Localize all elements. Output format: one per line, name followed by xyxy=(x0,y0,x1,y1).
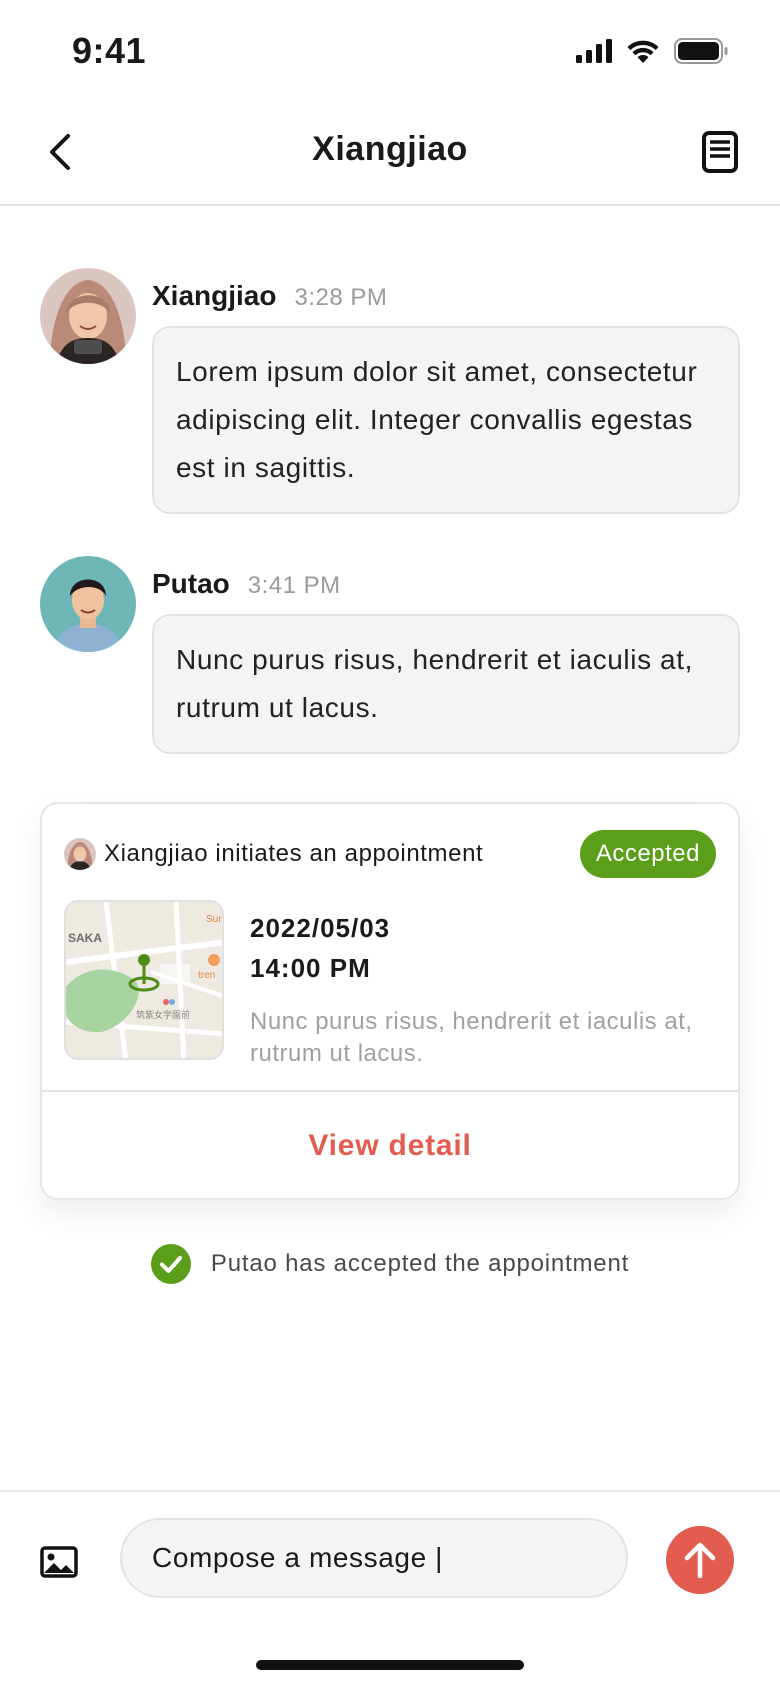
status-time: 9:41 xyxy=(72,30,147,71)
appointment-description: Nunc purus risus, hendrerit et iaculis a… xyxy=(250,1008,693,1067)
status-badge: Accepted xyxy=(579,830,716,878)
send-button[interactable] xyxy=(666,1526,734,1594)
map-poi-label: tren xyxy=(198,970,215,981)
sender-name: Xiangjiao xyxy=(152,280,277,311)
composer-bar xyxy=(0,1490,780,1630)
message: Putao 3:41 PM Nunc purus risus, hendreri… xyxy=(40,556,740,754)
sender-name: Putao xyxy=(152,568,230,599)
message-input[interactable] xyxy=(120,1518,628,1598)
notebook-icon xyxy=(702,131,738,173)
map-corner-label: Sur xyxy=(206,914,222,925)
wifi-icon xyxy=(627,40,659,63)
message-bubble: Nunc purus risus, hendrerit et iaculis a… xyxy=(152,614,740,754)
arrow-up-icon xyxy=(684,1542,716,1579)
image-icon xyxy=(40,1546,78,1578)
system-note-text: Putao has accepted the appointment xyxy=(210,1250,630,1277)
page-title: Xiangjiao xyxy=(312,130,468,168)
status-bar: 9:41 xyxy=(0,0,780,100)
attach-image-button[interactable] xyxy=(40,1546,80,1582)
check-circle-icon xyxy=(150,1244,191,1284)
message-time: 3:28 PM xyxy=(294,284,388,311)
appointment-card: Xiangjiao initiates an appointment Accep… xyxy=(40,802,740,1200)
avatar[interactable] xyxy=(40,268,136,364)
avatar xyxy=(64,838,96,870)
message: Xiangjiao 3:28 PM Lorem ipsum dolor sit … xyxy=(40,268,740,514)
status-icons xyxy=(576,38,728,64)
avatar[interactable] xyxy=(40,556,136,652)
appointment-time: 14:00 PM xyxy=(250,953,371,983)
appointment-date: 2022/05/03 xyxy=(250,913,391,943)
cellular-signal-icon xyxy=(576,39,612,63)
map-area-label: SAKA xyxy=(68,931,102,945)
view-detail-button[interactable]: View detail xyxy=(42,1092,738,1198)
chat-header: Xiangjiao xyxy=(0,100,780,206)
message-time: 3:41 PM xyxy=(247,572,341,599)
battery-icon xyxy=(674,38,728,64)
appointment-initiator: Xiangjiao initiates an appointment xyxy=(104,840,484,867)
system-note: Putao has accepted the appointment xyxy=(0,1244,780,1284)
message-bubble: Lorem ipsum dolor sit amet, consectetur … xyxy=(152,326,740,514)
home-indicator[interactable] xyxy=(256,1660,524,1670)
notes-button[interactable] xyxy=(692,124,748,180)
map-station-label: 筑紫女学園前 xyxy=(136,1009,190,1021)
map-thumbnail[interactable]: SAKA Sur tren 筑紫女学園前 xyxy=(64,900,224,1060)
